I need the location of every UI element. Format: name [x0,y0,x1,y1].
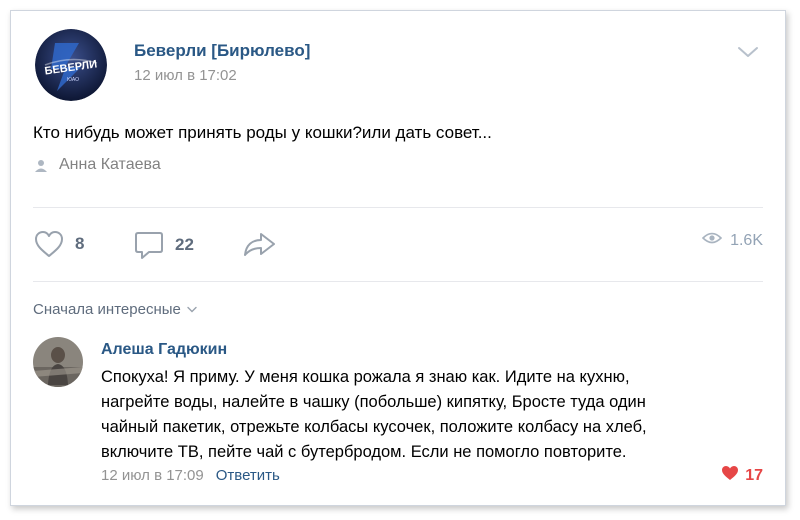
post-text: Кто нибудь может принять роды у кошки?ил… [33,123,492,142]
eye-icon [701,231,723,250]
comments-sort-label: Сначала интересные [33,300,181,318]
like-button[interactable]: 8 [33,229,84,259]
user-icon [33,157,49,173]
like-count: 8 [75,234,85,253]
divider [33,207,763,208]
post-header: БЕВЕРЛИ ЮАО Беверли [Бирюлево] 12 июл в … [31,29,767,103]
comment-footer: 12 июл в 17:09 Ответить [101,467,280,484]
comment-item: Алеша Гадюкин Спокуха! Я приму. У меня к… [33,335,763,495]
comment-text: Спокуха! Я приму. У меня кошка рожала я … [101,365,751,465]
share-icon [241,229,277,259]
community-avatar[interactable]: БЕВЕРЛИ ЮАО [35,29,107,101]
heart-icon [33,229,65,259]
user-photo-icon [33,337,83,387]
chevron-down-icon [187,300,197,318]
comment-count: 22 [175,235,194,254]
comment-text-line: включите ТВ, пейте чай с бутербродом. Ес… [101,443,627,461]
comment-icon [133,229,165,261]
reply-button[interactable]: Ответить [216,467,280,484]
comments-sort-dropdown[interactable]: Сначала интересные [33,300,197,318]
comment-text-line: нагрейте воды, налейте в чашку (побольше… [101,393,646,411]
comment-text-line: чайный пакетик, отрежьте колбасы кусочек… [101,418,647,436]
comment-like-count: 17 [745,466,763,484]
post-date[interactable]: 12 июл в 17:02 [134,67,237,84]
svg-text:ЮАО: ЮАО [67,77,79,83]
comment-text-line: Спокуха! Я приму. У меня кошка рожала я … [101,368,630,386]
post-card: БЕВЕРЛИ ЮАО Беверли [Бирюлево] 12 июл в … [10,10,786,506]
community-name-link[interactable]: Беверли [Бирюлево] [134,41,310,61]
comment-button[interactable]: 22 [133,229,194,261]
comment-author-link[interactable]: Алеша Гадюкин [101,341,227,359]
commenter-avatar[interactable] [33,337,83,387]
views-counter: 1.6K [701,231,763,250]
divider [33,281,763,282]
heart-filled-icon [721,465,739,486]
signer-name: Анна Катаева [59,156,161,173]
views-count: 1.6K [730,231,763,249]
post-actions: 8 22 1.6K [33,229,763,265]
post-signer[interactable]: Анна Катаева [33,156,161,174]
comment-like-button[interactable]: 17 [721,465,763,486]
chevron-down-icon[interactable] [737,45,759,59]
comment-date[interactable]: 12 июл в 17:09 [101,467,204,484]
community-logo-icon: БЕВЕРЛИ ЮАО [35,29,107,101]
share-button[interactable] [241,229,277,259]
